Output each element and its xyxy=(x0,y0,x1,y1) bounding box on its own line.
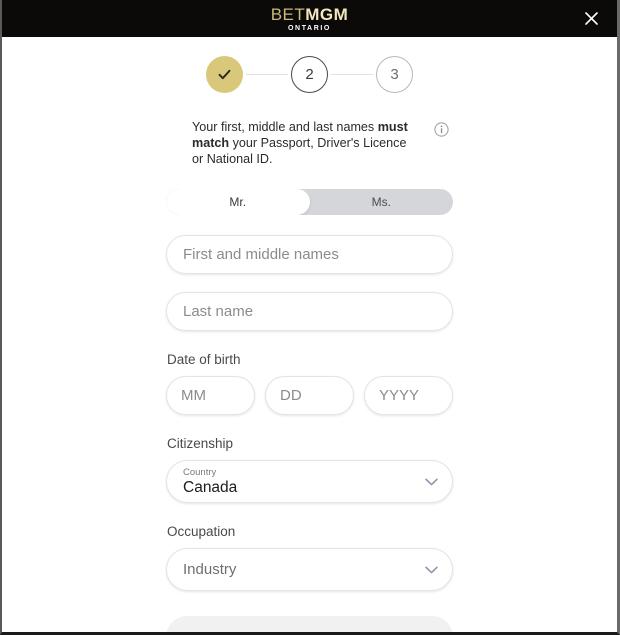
dob-year-input[interactable] xyxy=(364,376,453,415)
title-option-ms[interactable]: Ms. xyxy=(310,189,454,215)
progress-stepper: 2 3 xyxy=(2,56,617,93)
title-toggle[interactable]: Mr. Ms. xyxy=(166,189,453,215)
close-button[interactable] xyxy=(579,7,603,31)
industry-select[interactable]: Industry xyxy=(166,548,453,591)
logo-mgm-text: MGM xyxy=(305,4,349,24)
info-icon xyxy=(434,122,449,137)
title-option-mr[interactable]: Mr. xyxy=(166,189,310,215)
occupation-label: Occupation xyxy=(167,524,236,539)
info-button[interactable] xyxy=(434,122,449,137)
modal-header: BETMGM ONTARIO xyxy=(2,0,617,37)
registration-modal: BETMGM ONTARIO 2 3 Your first, middle an… xyxy=(0,0,620,635)
date-of-birth-label: Date of birth xyxy=(167,352,241,367)
industry-selected-value: Industry xyxy=(183,561,237,578)
citizenship-select-wrapper: Country Canada xyxy=(166,460,453,503)
dob-day-input[interactable] xyxy=(265,376,354,415)
first-middle-names-input[interactable] xyxy=(166,235,453,274)
country-selected-value: Canada xyxy=(183,479,238,496)
country-field-label: Country xyxy=(183,467,217,478)
notice-text-before: Your first, middle and last names xyxy=(192,120,378,134)
logo-region-text: ONTARIO xyxy=(288,24,331,32)
logo-bet-text: BET xyxy=(270,4,306,24)
check-icon xyxy=(218,69,231,80)
citizenship-label: Citizenship xyxy=(167,436,234,451)
continue-button[interactable]: Continue xyxy=(166,616,453,632)
personal-details-form: Mr. Ms. Date of birth Citizenship Countr… xyxy=(166,167,453,632)
close-icon xyxy=(584,12,598,25)
step-2-current[interactable]: 2 xyxy=(291,56,328,93)
step-connector-2 xyxy=(331,73,373,76)
logo-wordmark: BETMGM xyxy=(271,6,349,23)
step-3-upcoming[interactable]: 3 xyxy=(376,56,413,93)
date-of-birth-group xyxy=(166,376,453,415)
dob-month-input[interactable] xyxy=(166,376,255,415)
country-select[interactable]: Country Canada xyxy=(166,460,453,503)
last-name-input[interactable] xyxy=(166,292,453,331)
name-match-notice: Your first, middle and last names must m… xyxy=(2,119,617,167)
step-connector-1 xyxy=(246,73,288,76)
notice-text: Your first, middle and last names must m… xyxy=(192,119,420,167)
modal-content: 2 3 Your first, middle and last names mu… xyxy=(2,56,617,632)
betmgm-logo: BETMGM ONTARIO xyxy=(271,6,349,32)
step-1-completed[interactable] xyxy=(206,56,243,93)
occupation-select-wrapper: Industry xyxy=(166,548,453,591)
